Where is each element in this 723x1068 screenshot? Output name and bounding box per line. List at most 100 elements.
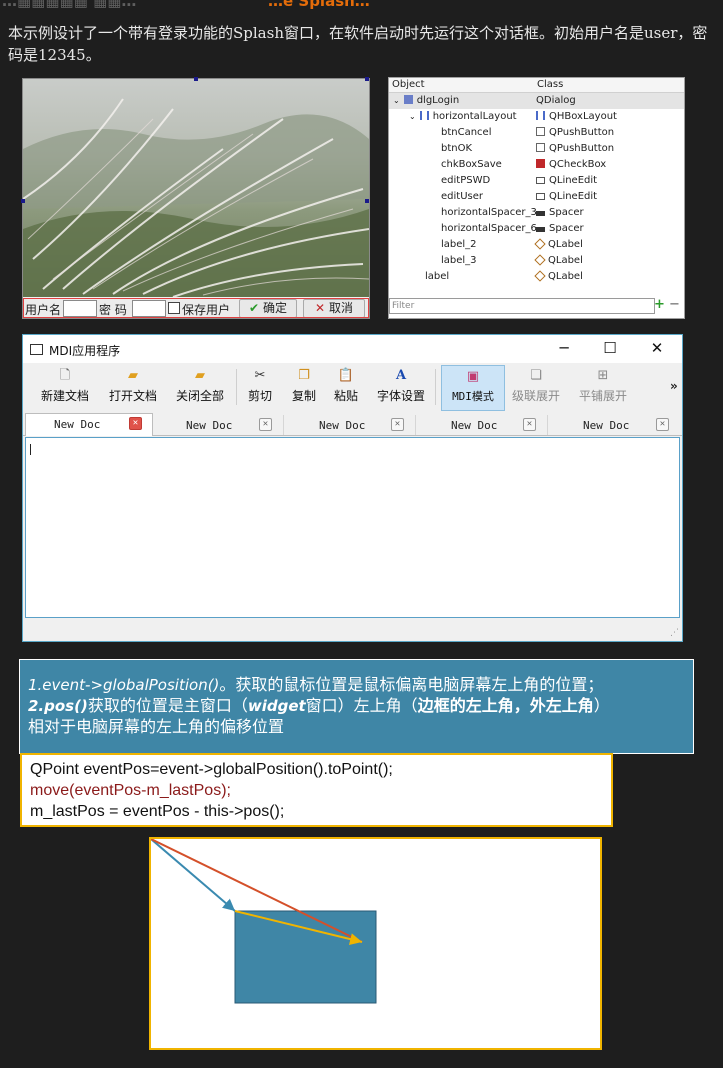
close-tab-icon[interactable]: ✕	[391, 418, 404, 431]
object-inspector: Object Class ⌄ dlgLogin QDialog ⌄ horizont…	[388, 77, 685, 319]
toolbar: 🗋 新建文档 ▰ 打开文档 ▰ 关闭全部 ✂ 剪切 ❐ 复制 📋 粘贴 A 字体…	[23, 365, 682, 411]
tree-row[interactable]: editPSWD QLineEdit	[389, 173, 684, 189]
maximize-button[interactable]: ☐	[600, 339, 620, 357]
class-cell: QHBoxLayout	[549, 111, 617, 122]
toolbar-overflow-button[interactable]: »	[670, 379, 678, 393]
user-input[interactable]	[63, 300, 97, 317]
password-input[interactable]	[132, 300, 166, 317]
add-icon[interactable]: +	[654, 298, 665, 312]
tree-row[interactable]: ⌄ horizontalLayout QHBoxLayout	[389, 109, 684, 125]
class-cell: Spacer	[549, 223, 584, 234]
paste-button[interactable]: 📋 粘贴	[329, 365, 363, 409]
tree-row[interactable]: label_2 QLabel	[389, 237, 684, 253]
save-user-checkbox[interactable]	[168, 302, 180, 314]
class-cell: QLineEdit	[549, 191, 598, 202]
reed-photo	[23, 79, 369, 297]
close-all-button[interactable]: ▰ 关闭全部	[172, 365, 228, 409]
cut-button[interactable]: ✂ 剪切	[243, 365, 277, 409]
mdi-window: MDI应用程序 ─ ☐ ✕ 🗋 新建文档 ▰ 打开文档 ▰ 关闭全部 ✂ 剪切 …	[22, 334, 683, 642]
tree-row[interactable]: editUser QLineEdit	[389, 189, 684, 205]
tree-row[interactable]: chkBoxSave QCheckBox	[389, 157, 684, 173]
tab-new-doc[interactable]: New Doc ✕	[549, 415, 679, 435]
ok-button[interactable]: ✔ 确定	[239, 299, 297, 318]
cancel-button[interactable]: ✕ 取消	[303, 299, 365, 318]
close-tab-icon[interactable]: ✕	[129, 417, 142, 430]
offset-diagram	[149, 837, 602, 1050]
class-cell: QDialog	[536, 95, 576, 106]
copy-icon: ❐	[298, 368, 310, 383]
code-line: QPoint eventPos=event->globalPosition().…	[30, 761, 393, 778]
resize-handle[interactable]	[365, 77, 369, 81]
copy-button[interactable]: ❐ 复制	[287, 365, 321, 409]
push-button-icon	[536, 143, 545, 152]
spacer-icon	[536, 211, 545, 216]
close-button[interactable]: ✕	[647, 339, 667, 357]
filter-input[interactable]: Filter	[389, 298, 655, 314]
line-edit-icon	[536, 193, 545, 200]
document-tab-bar: New Doc ✕ New Doc ✕ New Doc ✕ New Doc ✕ …	[23, 413, 682, 436]
label-tag-icon	[534, 254, 546, 266]
tab-new-doc[interactable]: New Doc ✕	[417, 415, 548, 435]
dialog-icon	[403, 95, 413, 104]
tree-row[interactable]: label_3 QLabel	[389, 253, 684, 269]
cross-icon: ✕	[315, 301, 326, 315]
code-line: move(eventPos-m_lastPos);	[30, 782, 231, 799]
title-bar[interactable]: MDI应用程序 ─ ☐ ✕	[23, 335, 682, 363]
code-line: m_lastPos = eventPos - this->pos();	[30, 803, 285, 820]
close-all-icon: ▰	[195, 368, 205, 383]
close-tab-icon[interactable]: ✕	[259, 418, 272, 431]
explain-line-2: 2.pos()获取的位置是主窗口（widget窗口）左上角（边框的左上角，外左上…	[28, 696, 610, 715]
code-snippet: QPoint eventPos=event->globalPosition().…	[20, 753, 613, 827]
resize-handle[interactable]	[21, 199, 25, 203]
document-editor[interactable]	[25, 437, 680, 618]
tree-row[interactable]: btnOK QPushButton	[389, 141, 684, 157]
toolbar-separator	[435, 369, 436, 405]
hbox-layout-icon	[419, 111, 429, 120]
close-tab-icon[interactable]: ✕	[656, 418, 669, 431]
window-title: MDI应用程序	[49, 344, 121, 358]
cascade-button[interactable]: ❏ 级联展开	[508, 365, 564, 409]
explanation-box: 1.event->globalPosition()。获取的鼠标位置是鼠标偏离电脑…	[19, 659, 694, 754]
resize-grip-icon[interactable]: ⋰	[670, 628, 679, 638]
tree-row[interactable]: label QLabel	[389, 269, 684, 285]
ok-label: 确定	[262, 301, 287, 315]
inspector-header: Object Class	[389, 78, 684, 93]
close-tab-icon[interactable]: ✕	[523, 418, 536, 431]
scissors-icon: ✂	[254, 368, 266, 383]
label-tag-icon	[534, 270, 546, 282]
app-window-icon	[30, 344, 43, 355]
tree-row[interactable]: ⌄ dlgLogin QDialog	[389, 93, 684, 109]
diagram-svg	[150, 838, 377, 1004]
checkbox-icon	[536, 159, 545, 168]
minimize-button[interactable]: ─	[554, 339, 574, 357]
tab-new-doc[interactable]: New Doc ✕	[153, 415, 284, 435]
resize-handle[interactable]	[194, 77, 198, 81]
tree-row[interactable]: horizontalSpacer_3 Spacer	[389, 205, 684, 221]
tab-new-doc[interactable]: New Doc ✕	[285, 415, 416, 435]
new-doc-icon: 🗋	[59, 368, 71, 383]
mdi-mode-button[interactable]: ▣ MDI模式	[441, 365, 505, 411]
tile-button[interactable]: ⊞ 平铺展开	[575, 365, 631, 409]
cancel-label: 取消	[328, 301, 353, 315]
class-cell: QLabel	[548, 271, 583, 282]
hbox-layout-icon	[536, 111, 545, 120]
tab-new-doc[interactable]: New Doc ✕	[25, 413, 153, 436]
spacer-icon	[536, 227, 545, 232]
heading-right-text: …e Splash…	[268, 0, 370, 10]
cropped-heading: …▦▦▦▦▦ ▦▦… …e Splash…	[0, 0, 723, 10]
mdi-icon: ▣	[466, 369, 480, 384]
tree-row[interactable]: btnCancel QPushButton	[389, 125, 684, 141]
check-icon: ✔	[249, 301, 260, 315]
tile-icon: ⊞	[597, 368, 609, 383]
splash-dialog-preview[interactable]: 用户名 密 码 保存用户 ✔ 确定 ✕ 取消	[21, 77, 370, 319]
font-settings-button[interactable]: A 字体设置	[373, 365, 429, 409]
new-doc-button[interactable]: 🗋 新建文档	[37, 365, 93, 409]
resize-handle[interactable]	[365, 199, 369, 203]
open-doc-button[interactable]: ▰ 打开文档	[105, 365, 161, 409]
text-caret	[30, 444, 31, 455]
class-cell: QCheckBox	[549, 159, 607, 170]
heading-left-text: …▦▦▦▦▦ ▦▦…	[2, 0, 137, 10]
tree-row[interactable]: horizontalSpacer_6 Spacer	[389, 221, 684, 237]
remove-icon[interactable]: −	[669, 298, 680, 312]
font-icon: A	[395, 368, 407, 383]
